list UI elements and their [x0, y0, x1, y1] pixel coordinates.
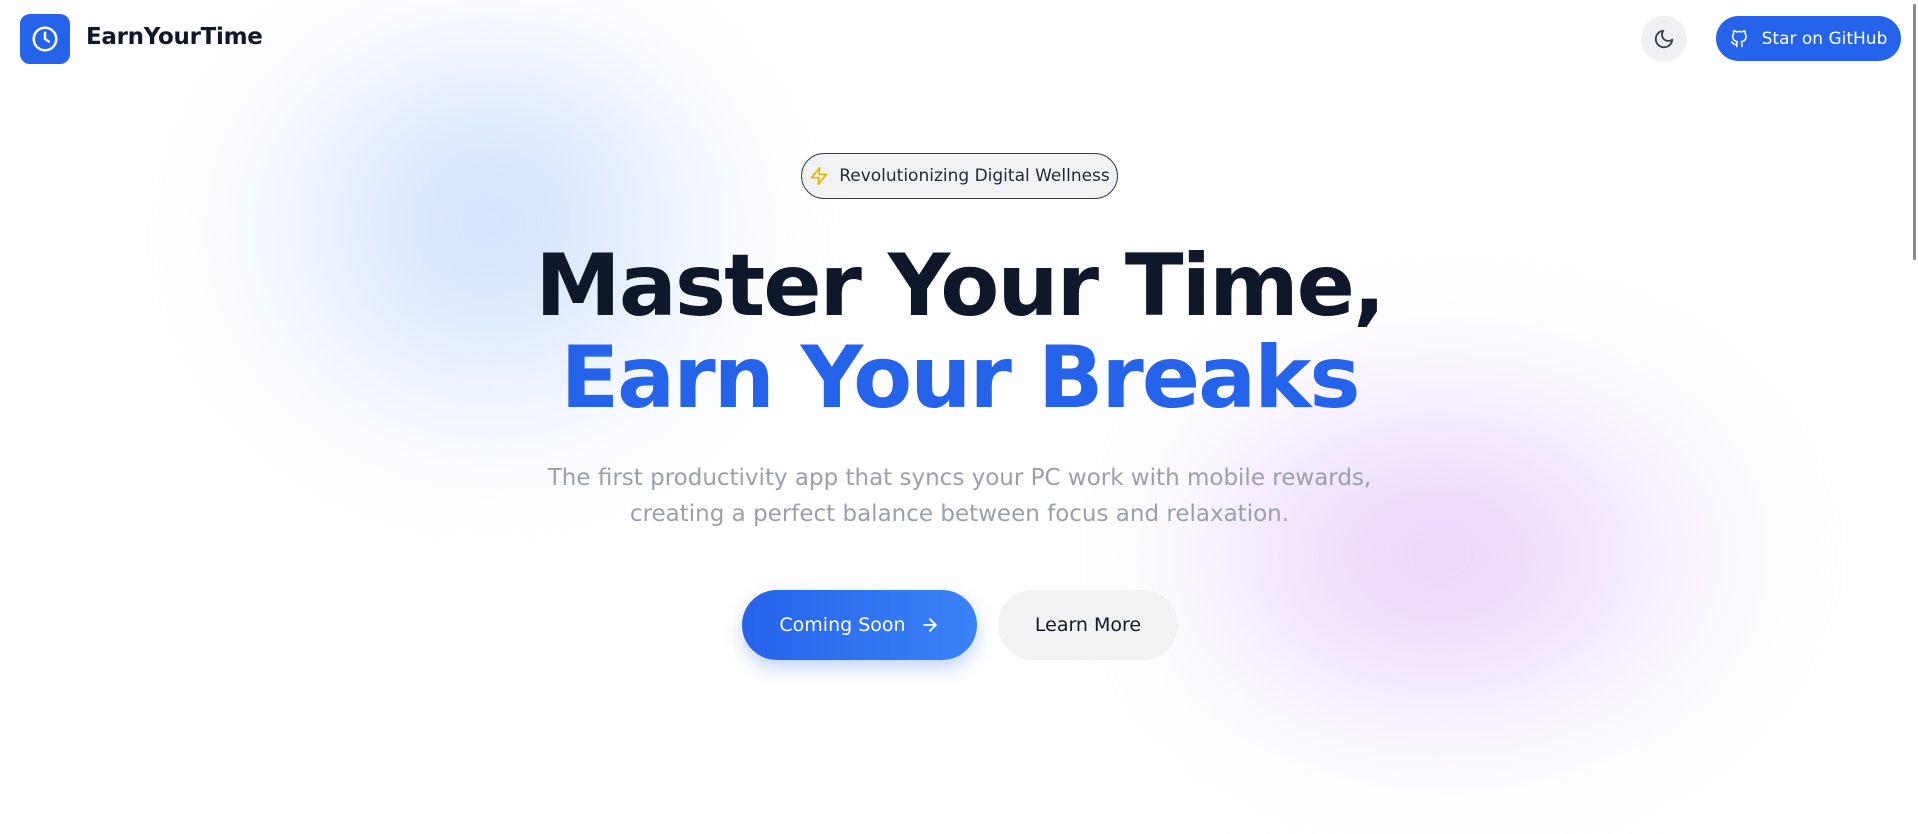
- logo[interactable]: [20, 14, 70, 64]
- coming-soon-label: Coming Soon: [779, 614, 906, 636]
- coming-soon-button[interactable]: Coming Soon: [742, 590, 977, 660]
- hero-headline: Master Your Time, Earn Your Breaks: [0, 240, 1919, 424]
- headline-line-2: Earn Your Breaks: [560, 328, 1360, 428]
- hero-badge: Revolutionizing Digital Wellness: [801, 153, 1118, 199]
- github-icon: [1730, 29, 1747, 47]
- page-scrollbar[interactable]: [1907, 0, 1919, 834]
- badge-label: Revolutionizing Digital Wellness: [839, 166, 1110, 186]
- github-button-label: Star on GitHub: [1761, 28, 1888, 49]
- headline-line-1: Master Your Time,: [535, 236, 1385, 336]
- brand-name[interactable]: EarnYourTime: [86, 24, 263, 50]
- hero-subtitle: The first productivity app that syncs yo…: [0, 460, 1919, 532]
- lightning-icon: [810, 166, 828, 186]
- subtitle-line-2: creating a perfect balance between focus…: [629, 501, 1290, 527]
- star-on-github-button[interactable]: Star on GitHub: [1716, 16, 1901, 61]
- learn-more-button[interactable]: Learn More: [998, 590, 1178, 660]
- scrollbar-thumb[interactable]: [1913, 4, 1916, 260]
- moon-icon: [1654, 29, 1674, 49]
- theme-toggle-button[interactable]: [1641, 16, 1687, 62]
- clock-icon: [32, 26, 58, 52]
- subtitle-line-1: The first productivity app that syncs yo…: [547, 465, 1372, 491]
- page: EarnYourTime Star on GitHub Revolutioniz…: [0, 0, 1919, 834]
- top-nav: EarnYourTime Star on GitHub: [0, 0, 1919, 80]
- arrow-right-icon: [922, 618, 937, 632]
- learn-more-label: Learn More: [1034, 614, 1142, 636]
